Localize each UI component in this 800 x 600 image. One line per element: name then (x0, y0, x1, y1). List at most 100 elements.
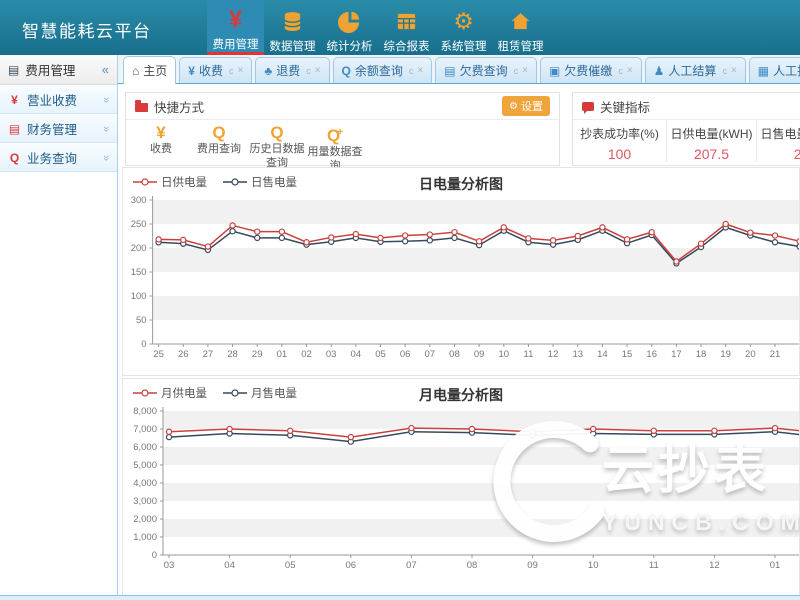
card-icon: ▤ (444, 64, 455, 78)
key-indicators-panel: 关键指标 抄表成功率(%) 100 日供电量(kWH) 207.5 日售电量(k… (572, 92, 800, 166)
monthly-energy-chart-panel: 月供电量 月售电量 月电量分析图 01,0002,0003,0004,0005,… (122, 378, 800, 600)
svg-text:300: 300 (131, 195, 147, 206)
legend-label: 日供电量 (161, 174, 207, 190)
legend-item-daily-supply[interactable]: 日供电量 (133, 174, 207, 190)
refresh-tab-icon[interactable]: c (306, 66, 311, 76)
svg-text:6,000: 6,000 (133, 442, 157, 453)
legend-item-monthly-supply[interactable]: 月供电量 (133, 385, 207, 401)
legend-item-daily-sale[interactable]: 日售电量 (223, 174, 297, 190)
nav-item-reports[interactable]: 综合报表 (378, 0, 435, 55)
tab-label: 欠费查询 (460, 62, 508, 79)
settings-button[interactable]: ⚙ 设置 (502, 96, 550, 116)
svg-text:05: 05 (285, 560, 296, 571)
svg-text:2,000: 2,000 (133, 514, 157, 525)
legend-marker-icon (133, 177, 157, 187)
database-icon (281, 7, 304, 35)
legend-label: 日售电量 (251, 174, 297, 190)
sidebar-item-label: 营业收费 (27, 90, 77, 109)
legend-label: 月售电量 (251, 385, 297, 401)
indicator-label: 抄表成功率(%) (573, 125, 666, 142)
nav-item-data-management[interactable]: 数据管理 (264, 0, 321, 55)
tab-refund[interactable]: ♣ 退费 c × (255, 57, 329, 83)
close-tab-icon[interactable]: × (522, 65, 528, 76)
svg-text:200: 200 (131, 243, 147, 254)
sidebar-item-finance-management[interactable]: ▤ 财务管理 » (0, 114, 117, 143)
legend-item-monthly-sale[interactable]: 月售电量 (223, 385, 297, 401)
sidebar-header-fee-management[interactable]: ▤ 费用管理 « (0, 55, 117, 85)
sidebar: ▤ 费用管理 « ¥ 营业收费 » ▤ 财务管理 » Q 业务查询 » (0, 55, 118, 600)
search-icon: Q (248, 123, 306, 143)
shortcut-charge[interactable]: ¥ 收费 (132, 123, 190, 174)
chevron-down-icon: » (100, 96, 112, 102)
close-tab-icon[interactable]: × (627, 65, 633, 76)
tab-balance-query[interactable]: Q 余额查询 c × (333, 57, 433, 83)
svg-text:5,000: 5,000 (133, 460, 157, 471)
yen-icon: ¥ (8, 93, 21, 107)
nav-item-fee-management[interactable]: ¥ 费用管理 (207, 0, 264, 55)
tab-manual-meter-reading[interactable]: ▦ 人工抄表 c × (749, 57, 800, 83)
tab-label: 人工抄表 (773, 62, 800, 79)
tab-charge[interactable]: ¥ 收费 c × (179, 57, 252, 83)
tab-arrears-reminder[interactable]: ▣ 欠费催缴 c × (540, 57, 642, 83)
nav-item-system[interactable]: ⚙ 系统管理 (435, 0, 492, 55)
key-indicators-title: 关键指标 (600, 97, 650, 116)
svg-text:03: 03 (164, 560, 175, 571)
yen-icon: ¥ (229, 7, 242, 33)
nav-label: 费用管理 (213, 36, 259, 52)
shortcuts-panel-title: 快捷方式 (154, 97, 204, 116)
svg-text:08: 08 (467, 560, 478, 571)
refund-icon: ♣ (264, 64, 272, 78)
tab-label: 欠费催缴 (564, 62, 612, 79)
tab-arrears-query[interactable]: ▤ 欠费查询 c × (435, 57, 537, 83)
svg-text:50: 50 (136, 315, 147, 326)
svg-text:18: 18 (696, 349, 707, 360)
tab-home[interactable]: ⌂ 主页 (123, 56, 176, 84)
svg-text:19: 19 (720, 349, 731, 360)
gear-icon: ⚙ (453, 7, 474, 35)
svg-text:12: 12 (709, 560, 720, 571)
refresh-tab-icon[interactable]: c (618, 66, 623, 76)
shortcut-usage-data-query[interactable]: Q 用量数据查询 (306, 123, 364, 174)
chevron-down-icon: » (100, 154, 112, 160)
shortcut-label: 收费 (132, 143, 190, 157)
shortcut-history-daily-data-query[interactable]: Q 历史日数据查询 (248, 123, 306, 174)
tab-label: 退费 (276, 62, 300, 79)
pie-chart-icon (338, 7, 361, 35)
search-plus-icon: Q (306, 123, 364, 146)
svg-text:150: 150 (131, 267, 147, 278)
svg-text:17: 17 (671, 349, 682, 360)
tab-manual-settlement[interactable]: ♟ 人工结算 c × (645, 57, 746, 83)
refresh-tab-icon[interactable]: c (409, 66, 414, 76)
svg-text:29: 29 (252, 349, 263, 360)
tab-bar: ⌂ 主页 ¥ 收费 c × ♣ 退费 c × Q 余额查询 c × ▤ 欠费查询… (118, 55, 800, 84)
refresh-tab-icon[interactable]: c (722, 66, 727, 76)
shortcuts-panel-header: 快捷方式 ⚙ 设置 (126, 93, 559, 120)
refresh-tab-icon[interactable]: c (229, 66, 234, 76)
close-tab-icon[interactable]: × (417, 65, 423, 76)
shortcut-fee-query[interactable]: Q 费用查询 (190, 123, 248, 174)
home-icon (509, 7, 532, 35)
nav-label: 统计分析 (327, 38, 373, 54)
indicator-value: 100 (573, 146, 666, 162)
monthly-chart-header: 月供电量 月售电量 月电量分析图 (123, 379, 799, 405)
nav-item-statistics[interactable]: 统计分析 (321, 0, 378, 55)
monthly-energy-line-chart: 01,0002,0003,0004,0005,0006,0007,0008,00… (123, 405, 799, 582)
tab-label: 主页 (143, 62, 167, 79)
svg-text:1,000: 1,000 (133, 532, 157, 543)
sidebar-item-business-charging[interactable]: ¥ 营业收费 » (0, 85, 117, 114)
refresh-tab-icon[interactable]: c (514, 66, 519, 76)
collapse-sidebar-icon[interactable]: « (102, 62, 109, 77)
close-tab-icon[interactable]: × (315, 65, 321, 76)
svg-text:07: 07 (406, 560, 417, 571)
key-indicators-header: 关键指标 (573, 93, 800, 120)
svg-text:28: 28 (227, 349, 238, 360)
svg-text:06: 06 (346, 560, 357, 571)
close-tab-icon[interactable]: × (237, 65, 243, 76)
tab-label: 余额查询 (355, 62, 403, 79)
svg-text:10: 10 (588, 560, 599, 571)
close-tab-icon[interactable]: × (731, 65, 737, 76)
settings-button-label: 设置 (521, 98, 543, 114)
nav-item-leasing[interactable]: 租赁管理 (492, 0, 549, 55)
tab-label: 收费 (199, 62, 223, 79)
sidebar-item-business-query[interactable]: Q 业务查询 » (0, 143, 117, 172)
